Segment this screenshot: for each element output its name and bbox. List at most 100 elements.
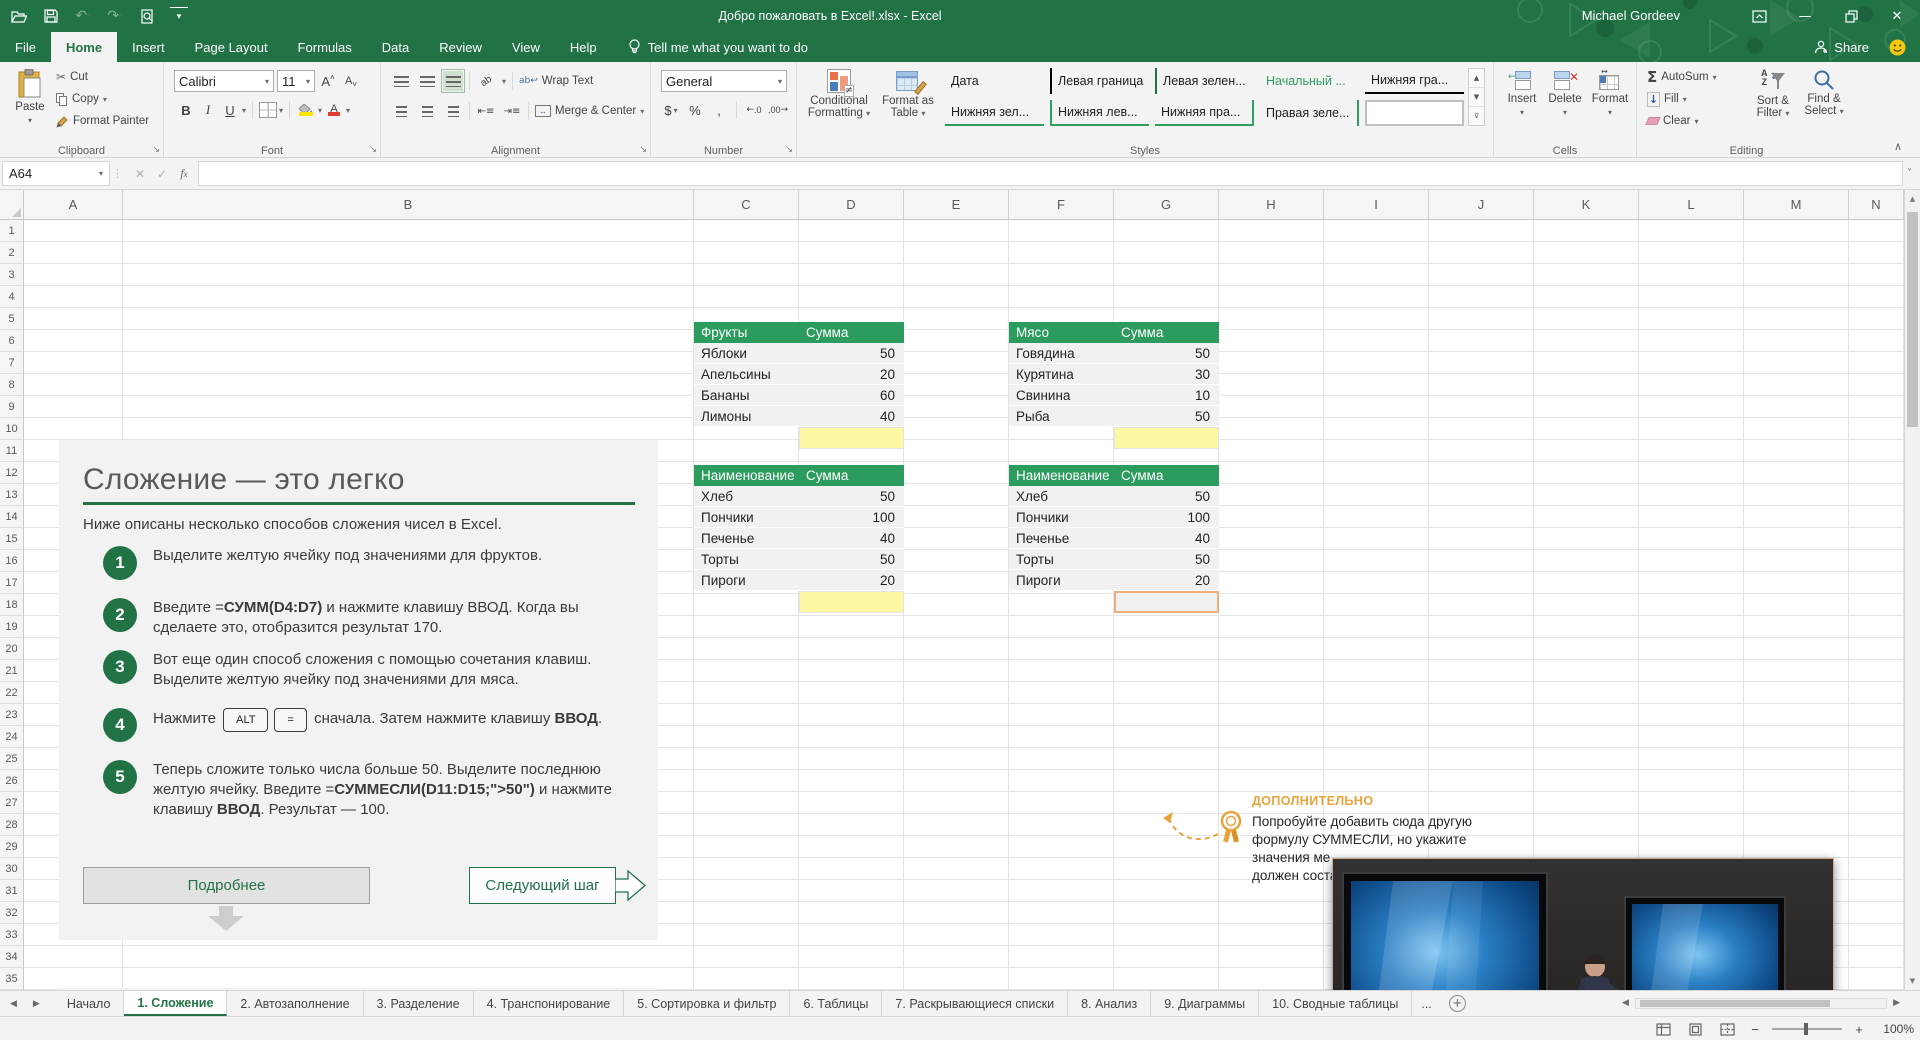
collapse-ribbon-icon[interactable]: ∧ [1894,140,1902,153]
gallery-up-icon[interactable]: ▲ [1469,69,1484,88]
next-step-button[interactable]: Следующий шаг [469,867,616,904]
clipboard-dialog-launcher[interactable]: ↘ [152,145,160,155]
ribbon-display-options-icon[interactable] [1736,0,1782,32]
comma-format-button[interactable]: , [709,100,729,120]
zoom-slider[interactable] [1772,1028,1842,1030]
open-icon[interactable] [10,7,28,25]
table-cell-value[interactable]: 40 [799,409,904,424]
restore-icon[interactable] [1828,0,1874,32]
sheet-tab-10[interactable]: 9. Диаграммы [1151,991,1259,1016]
cancel-entry-icon[interactable]: ✕ [130,164,150,184]
conditional-formatting-button[interactable]: ≠ ConditionalFormatting ▾ [803,64,875,120]
font-color-icon[interactable]: A [324,100,344,120]
feedback-smiley-icon[interactable] [1889,39,1906,56]
table-cell-value[interactable]: 40 [799,531,904,546]
underline-caret[interactable]: ▾ [242,106,246,115]
cell-style-Нижняя лев...[interactable]: Нижняя лев... [1050,100,1149,126]
table-cell-name[interactable]: Бананы [694,388,799,403]
table-cell-name[interactable]: Лимоны [694,409,799,424]
cell-style-Начальный ...[interactable]: Начальный ... [1260,68,1359,94]
currency-format-button[interactable]: $▾ [661,100,681,120]
format-as-table-button[interactable]: Format asTable ▾ [877,64,939,120]
insert-cells-button[interactable]: ← Insert▾ [1502,66,1542,119]
table-cell-name[interactable]: Пироги [1009,573,1114,588]
account-user-name[interactable]: Michael Gordeev [1582,0,1680,32]
clear-button[interactable]: Clear▾ [1647,110,1717,132]
decrease-font-icon[interactable]: A˅ [341,71,361,91]
redo-icon[interactable]: ↷▾ [106,7,124,25]
hscroll-right-icon[interactable]: ▶ [1887,998,1906,1008]
ribbon-tab-help[interactable]: Help [555,32,612,62]
expand-formula-bar-icon[interactable]: ˅ [1907,168,1912,179]
new-sheet-button[interactable]: + [1449,995,1466,1012]
borders-caret[interactable]: ▾ [279,106,283,115]
font-color-caret[interactable]: ▾ [346,106,350,115]
ribbon-tab-view[interactable]: View [497,32,555,62]
bold-button[interactable]: B [176,100,196,120]
percent-format-button[interactable]: % [685,100,705,120]
ribbon-tab-home[interactable]: Home [51,32,117,62]
cell-style-selected-empty[interactable] [1365,100,1464,126]
gallery-down-icon[interactable]: ▼ [1469,88,1484,107]
scroll-up-icon[interactable]: ▲ [1905,190,1920,208]
format-painter-button[interactable]: Format Painter [56,110,149,132]
undo-icon[interactable]: ↶▾ [74,7,92,25]
ribbon-tab-data[interactable]: Data [367,32,424,62]
sheet-tab-1[interactable]: Начало [54,991,125,1016]
font-size-select[interactable]: 11▾ [277,70,315,92]
orientation-caret[interactable]: ▾ [502,77,506,86]
alignment-dialog-launcher[interactable]: ↘ [639,145,647,155]
vertical-scroll-thumb[interactable] [1907,212,1918,427]
ribbon-tab-file[interactable]: File [0,32,51,62]
sheet-tab-7[interactable]: 6. Таблицы [790,991,882,1016]
zoom-in-button[interactable]: + [1852,1022,1866,1037]
horizontal-scroll-thumb[interactable] [1640,1000,1830,1007]
number-format-select[interactable]: General▾ [661,70,787,92]
decrease-indent-icon[interactable]: ⇤≡ [476,101,496,121]
table-cell-name[interactable]: Свинина [1009,388,1114,403]
table-cell-name[interactable]: Торты [1009,552,1114,567]
horizontal-scrollbar[interactable]: ◀ ▶ [1616,990,1906,1016]
minimize-icon[interactable]: — [1782,0,1828,32]
increase-indent-icon[interactable]: ⇥≡ [502,101,522,121]
cell-style-Нижняя зел...[interactable]: Нижняя зел... [945,100,1044,126]
share-button[interactable]: Share [1814,40,1869,55]
table-cell-name[interactable]: Хлеб [694,489,799,504]
table-cell-value[interactable]: 10 [1114,388,1219,403]
tell-me-box[interactable]: Tell me what you want to do [628,32,808,62]
cell-style-Нижняя гра...[interactable]: Нижняя гра... [1365,68,1464,94]
font-dialog-launcher[interactable]: ↘ [369,145,377,155]
save-icon[interactable] [42,7,60,25]
copy-button[interactable]: Copy▾ [56,88,149,110]
table-cell-value[interactable]: 20 [1114,573,1219,588]
borders-icon[interactable] [259,102,277,118]
table-cell-name[interactable]: Пончики [1009,510,1114,525]
align-bottom-icon[interactable] [443,71,463,91]
format-cells-button[interactable]: ↔ Format▾ [1588,66,1632,119]
table-cell-value[interactable]: 50 [1114,409,1219,424]
close-icon[interactable]: ✕ [1874,0,1920,32]
table-cell-name[interactable]: Апельсины [694,367,799,382]
table-cell-value[interactable]: 100 [799,510,904,525]
align-left-icon[interactable] [391,101,411,121]
autosum-button[interactable]: ΣAutoSum▾ [1647,66,1717,88]
answer-cell-yellow[interactable] [799,427,904,449]
ribbon-tab-page-layout[interactable]: Page Layout [180,32,283,62]
table-cell-name[interactable]: Печенье [694,531,799,546]
answer-cell-yellow[interactable] [1114,427,1219,449]
sheet-tab-4[interactable]: 3. Разделение [364,991,474,1016]
table-cell-name[interactable]: Пироги [694,573,799,588]
insert-function-icon[interactable]: fx [174,164,194,184]
cell-style-Левая зелен...[interactable]: Левая зелен... [1155,68,1254,94]
answer-cell-yellow[interactable] [799,591,904,613]
find-select-button[interactable]: Find &Select ▾ [1799,64,1849,118]
fill-color-caret[interactable]: ▾ [318,106,322,115]
sheet-nav-next-icon[interactable]: ▶ [33,999,40,1009]
cell-style-Дата[interactable]: Дата [945,68,1044,94]
wrap-text-button[interactable]: ab↩Wrap Text [519,70,593,92]
vertical-scrollbar[interactable]: ▲ ▼ [1904,190,1920,990]
increase-decimal-button[interactable]: ←.0 [744,100,764,120]
table-cell-name[interactable]: Говядина [1009,346,1114,361]
table-cell-value[interactable]: 20 [799,367,904,382]
zoom-slider-thumb[interactable] [1804,1023,1808,1035]
